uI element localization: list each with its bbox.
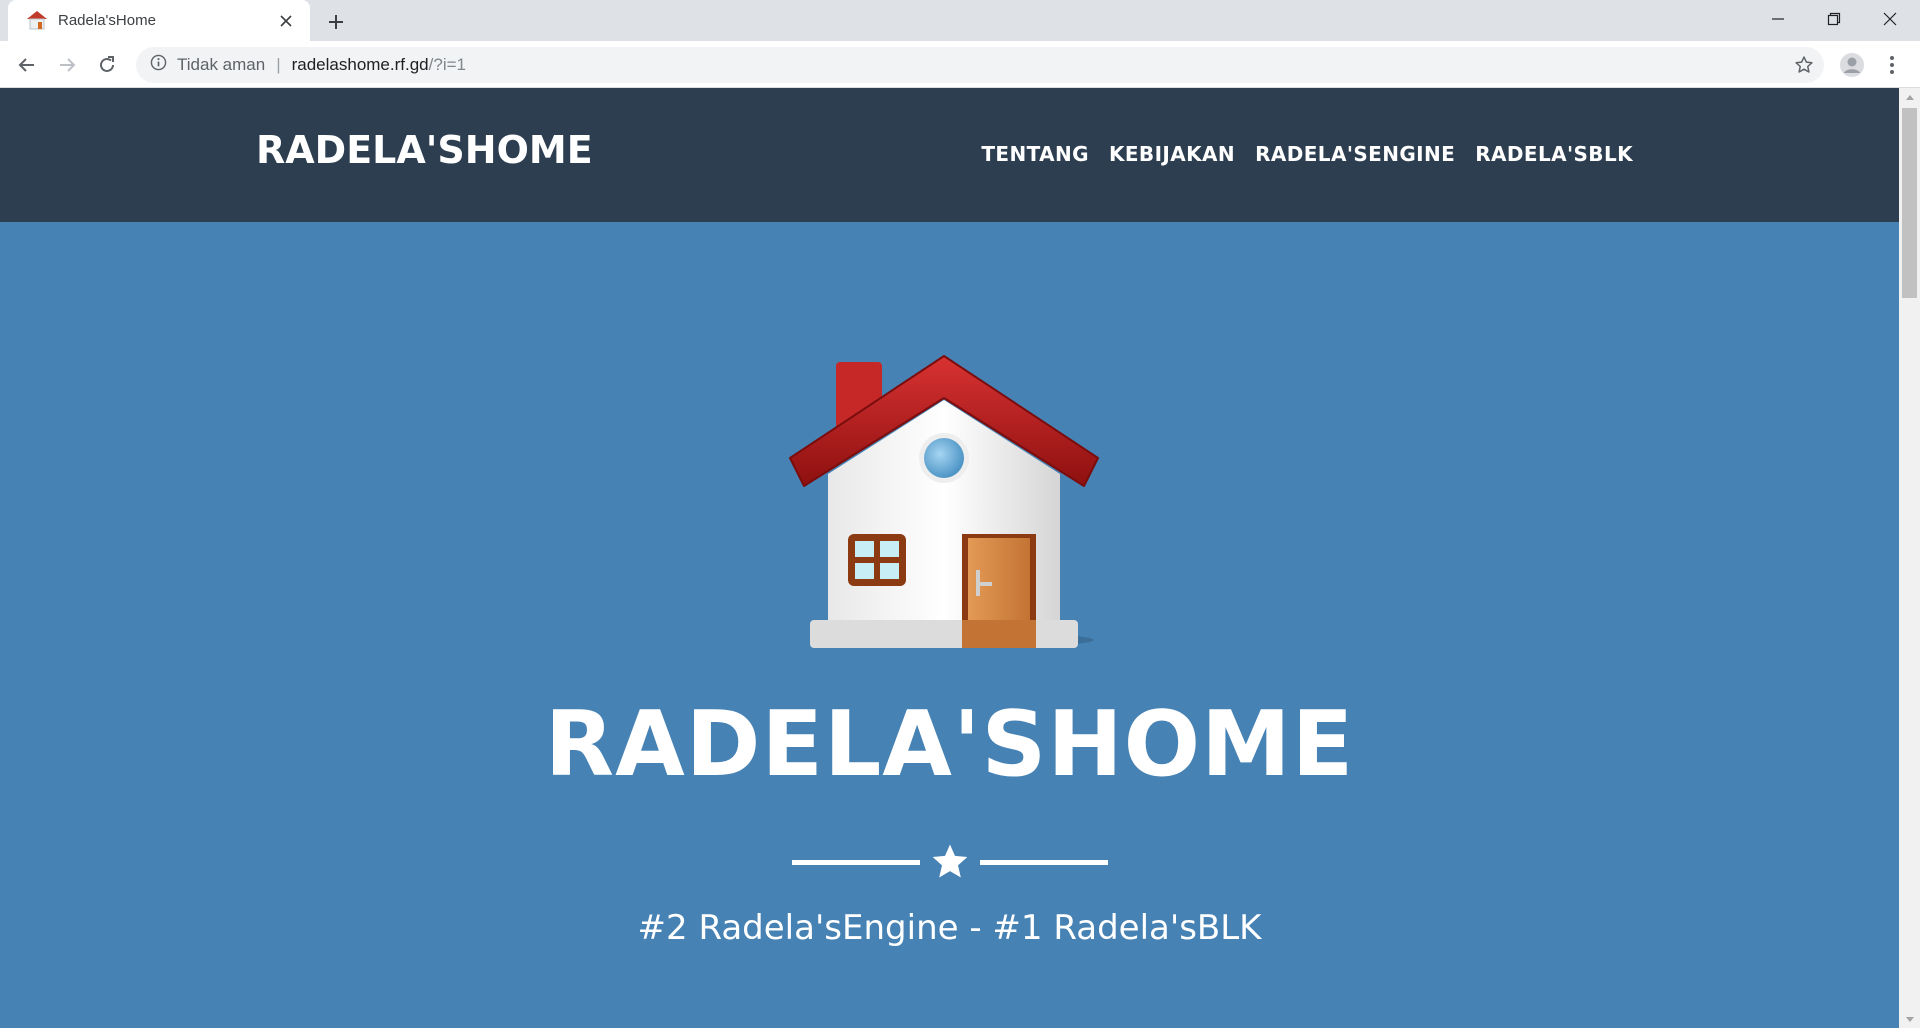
- back-arrow-icon[interactable]: [11, 49, 43, 81]
- divider-line-left: [792, 860, 920, 865]
- plus-icon[interactable]: [322, 8, 350, 36]
- profile-avatar-icon[interactable]: [1836, 49, 1868, 81]
- browser-toolbar: Tidak aman | radelashome.rf.gd /?i=1: [0, 41, 1920, 88]
- scroll-down-arrow-icon[interactable]: [1899, 1011, 1920, 1028]
- window-close-icon[interactable]: [1862, 0, 1918, 38]
- divider-line-right: [980, 860, 1108, 865]
- browser-titlebar: Radela'sHome: [0, 0, 1920, 41]
- house-favicon: [26, 10, 50, 32]
- browser-tab[interactable]: Radela'sHome: [8, 0, 310, 41]
- reload-icon[interactable]: [91, 49, 123, 81]
- hero-tagline: #2 Radela'sEngine - #1 Radela'sBLK: [637, 908, 1262, 948]
- site-navbar: RADELA'SHOME TENTANG KEBIJAKAN RADELA'SE…: [0, 88, 1899, 222]
- address-bar[interactable]: Tidak aman | radelashome.rf.gd /?i=1: [136, 47, 1824, 83]
- bookmark-star-icon[interactable]: [1790, 51, 1818, 79]
- minimize-icon[interactable]: [1750, 0, 1806, 38]
- close-icon[interactable]: [274, 9, 298, 33]
- forward-arrow-icon[interactable]: [51, 49, 83, 81]
- star-icon: [932, 844, 968, 878]
- restore-icon[interactable]: [1806, 0, 1862, 38]
- nav-links: TENTANG KEBIJAKAN RADELA'SENGINE RADELA'…: [981, 142, 1633, 166]
- nav-link-tentang[interactable]: TENTANG: [981, 142, 1089, 166]
- scrollbar-thumb[interactable]: [1902, 108, 1917, 298]
- nav-link-kebijakan[interactable]: KEBIJAKAN: [1109, 142, 1235, 166]
- url-path: /?i=1: [428, 55, 466, 74]
- info-icon[interactable]: [150, 54, 167, 76]
- hero-title: RADELA'SHOME: [544, 692, 1355, 797]
- url-host: radelashome.rf.gd: [291, 55, 429, 74]
- kebab-menu-icon[interactable]: [1876, 49, 1908, 81]
- nav-link-radelasengine[interactable]: RADELA'SENGINE: [1255, 142, 1455, 166]
- hero-section: RADELA'SHOME #2 Radela'sEngine - #1 Rade…: [0, 222, 1899, 1028]
- site-brand[interactable]: RADELA'SHOME: [256, 128, 593, 172]
- url-separator: |: [276, 55, 281, 74]
- star-divider: [792, 842, 1108, 884]
- scroll-up-arrow-icon[interactable]: [1899, 88, 1920, 105]
- house-icon: [789, 355, 1099, 648]
- nav-link-radelasblk[interactable]: RADELA'SBLK: [1475, 142, 1633, 166]
- page-scrollbar[interactable]: [1899, 88, 1920, 1028]
- security-text: Tidak aman: [177, 55, 266, 74]
- tab-title: Radela'sHome: [58, 12, 156, 29]
